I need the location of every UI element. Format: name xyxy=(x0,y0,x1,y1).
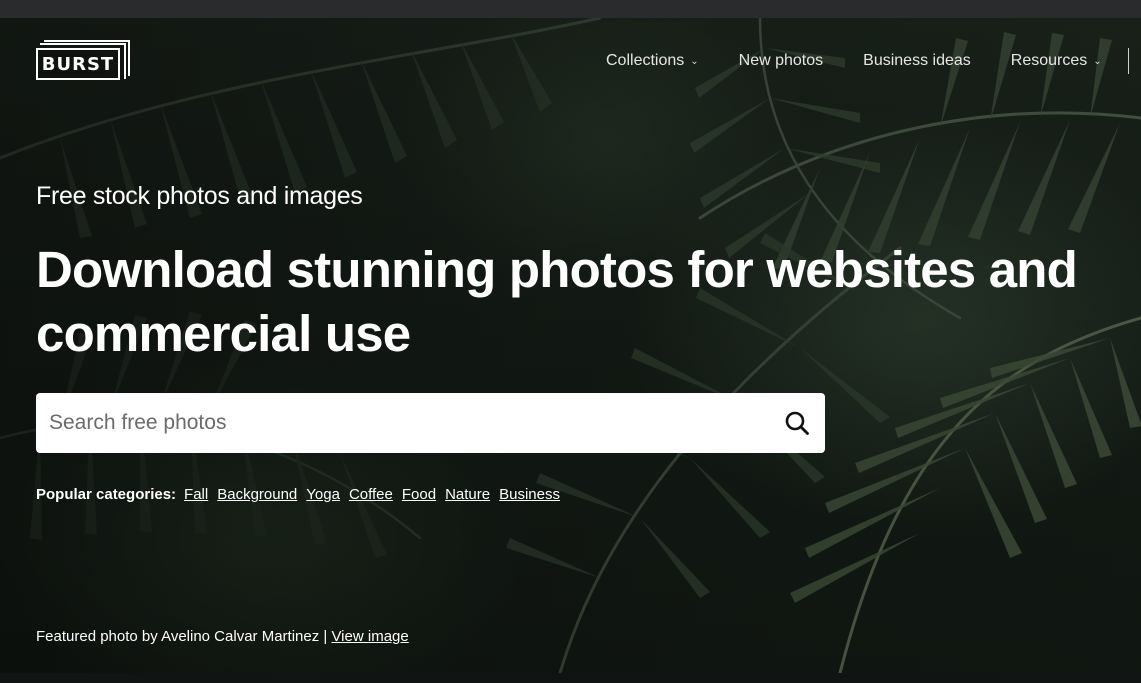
category-link-fall[interactable]: Fall xyxy=(184,486,208,503)
browser-top-strip xyxy=(0,0,1141,18)
chevron-down-icon: ⌄ xyxy=(1093,55,1102,67)
nav-collections-label: Collections xyxy=(606,52,685,69)
category-link-background[interactable]: Background xyxy=(217,486,297,503)
nav-business-ideas[interactable]: Business ideas xyxy=(863,52,971,70)
search-bar xyxy=(36,393,825,453)
nav-business-ideas-label: Business ideas xyxy=(863,52,971,69)
view-image-link[interactable]: View image xyxy=(331,628,408,645)
nav-new-photos-label: New photos xyxy=(738,52,824,69)
search-icon xyxy=(785,411,809,435)
bottom-strip xyxy=(0,673,1141,683)
category-link-food[interactable]: Food xyxy=(402,486,436,503)
popular-categories: Popular categories: Fall Background Yoga… xyxy=(36,486,569,503)
nav-new-photos[interactable]: New photos xyxy=(739,52,824,70)
hero-kicker: Free stock photos and images xyxy=(36,182,363,210)
search-input[interactable] xyxy=(36,393,769,453)
burst-logo[interactable]: BURST xyxy=(36,40,130,84)
category-link-nature[interactable]: Nature xyxy=(445,486,490,503)
category-link-coffee[interactable]: Coffee xyxy=(349,486,393,503)
photo-credit: Featured photo by Avelino Calvar Martine… xyxy=(36,628,409,645)
nav-collections[interactable]: Collections ⌄ xyxy=(606,52,699,70)
search-button[interactable] xyxy=(769,393,825,453)
photo-credit-text: Featured photo by Avelino Calvar Martine… xyxy=(36,628,328,645)
nav-resources-label: Resources xyxy=(1010,52,1088,69)
popular-categories-label: Popular categories: xyxy=(36,486,177,503)
nav-divider xyxy=(1128,48,1129,74)
category-link-yoga[interactable]: Yoga xyxy=(306,486,340,503)
category-link-business[interactable]: Business xyxy=(499,486,560,503)
page: BURST Collections ⌄ New photos Business … xyxy=(0,0,1141,683)
chevron-down-icon: ⌄ xyxy=(690,55,699,67)
main-nav: Collections ⌄ New photos Business ideas … xyxy=(606,52,1102,70)
hero-headline: Download stunning photos for websites an… xyxy=(36,241,1078,362)
logo-text: BURST xyxy=(36,48,120,80)
nav-resources[interactable]: Resources ⌄ xyxy=(1011,52,1102,70)
